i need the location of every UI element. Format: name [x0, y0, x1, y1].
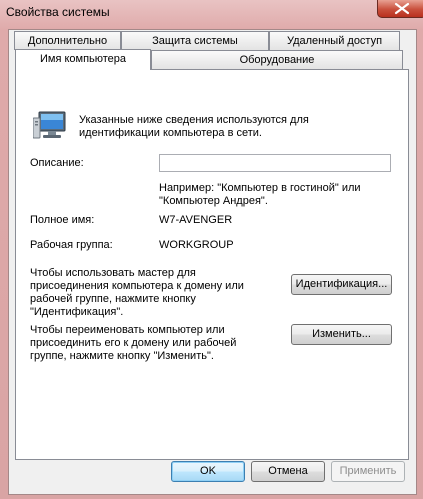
rename-text-line-3: группе, нажмите кнопку "Изменить".	[30, 350, 214, 362]
tab-hardware[interactable]: Оборудование	[151, 50, 403, 69]
tab-computer-name[interactable]: Имя компьютера	[15, 49, 151, 70]
close-icon	[394, 2, 410, 15]
identification-button[interactable]: Идентификация...	[291, 274, 392, 295]
wizard-text-line-3: рабочей группе, нажмите кнопку	[30, 293, 196, 305]
example-line-1: Например: "Компьютер в гостиной" или	[159, 182, 361, 194]
wizard-text-line-2: присоединения компьютера к домену или	[30, 280, 244, 292]
rename-text-line-1: Чтобы переименовать компьютер или	[30, 324, 225, 336]
fullname-label: Полное имя:	[30, 214, 95, 226]
dialog-client-area: Дополнительно Защита системы Удаленный д…	[8, 29, 417, 495]
change-button[interactable]: Изменить...	[291, 324, 392, 345]
computer-icon	[33, 111, 66, 139]
description-label: Описание:	[30, 157, 84, 169]
wizard-text-line-4: "Идентификация".	[30, 306, 124, 318]
intro-line-2: идентификации компьютера в сети.	[79, 127, 262, 139]
computer-name-panel: Указанные ниже сведения используются для…	[15, 69, 409, 460]
cancel-button[interactable]: Отмена	[251, 461, 325, 482]
description-input[interactable]	[159, 154, 391, 172]
ok-button[interactable]: OK	[171, 461, 245, 482]
intro-line-1: Указанные ниже сведения используются для	[79, 114, 309, 126]
example-line-2: "Компьютер Андрея".	[159, 195, 268, 207]
fullname-value: W7-AVENGER	[159, 214, 233, 226]
close-button[interactable]	[377, 0, 423, 18]
tab-advanced[interactable]: Дополнительно	[14, 31, 121, 50]
workgroup-value: WORKGROUP	[159, 239, 234, 251]
rename-text-line-2: присоединить его к домену или рабочей	[30, 337, 237, 349]
tab-remote[interactable]: Удаленный доступ	[269, 31, 400, 50]
apply-button[interactable]: Применить	[331, 461, 405, 482]
window-title: Свойства системы	[6, 5, 110, 19]
tab-system-protection[interactable]: Защита системы	[121, 31, 269, 50]
system-properties-window: Свойства системы Дополнительно Защита си…	[0, 0, 423, 499]
wizard-text-line-1: Чтобы использовать мастер для	[30, 267, 196, 279]
workgroup-label: Рабочая группа:	[30, 239, 113, 251]
